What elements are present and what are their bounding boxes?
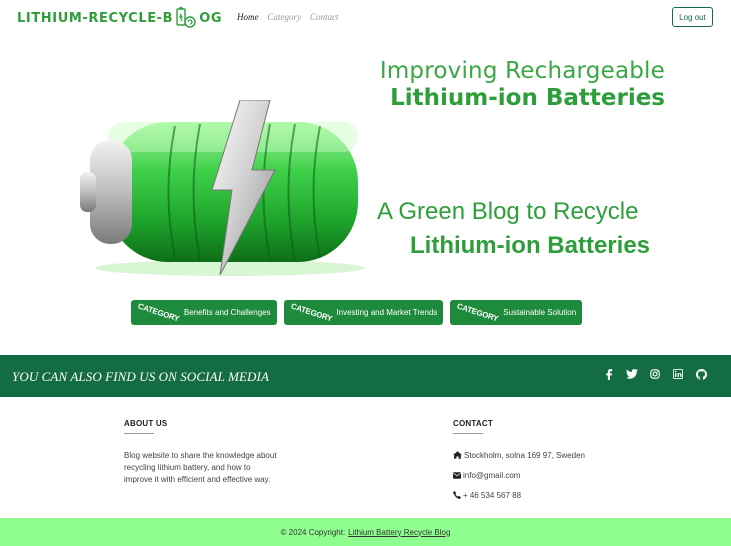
copyright-bar: © 2024 Copyright: Lithium Battery Recycl…	[0, 518, 731, 546]
navbar: LITHIUM-RECYCLE-B OG Home Category Conta…	[0, 0, 731, 36]
address-text: Stockholm, solna 169 97, Sweden	[464, 450, 585, 460]
copyright-link[interactable]: Lithium Battery Recycle Blog	[348, 528, 450, 537]
category-button-benefits[interactable]: CATEGORY Benefits and Challenges	[131, 300, 277, 325]
contact-phone: + 46 534 567 88	[453, 490, 653, 500]
about-text: Blog website to share the knowledge abou…	[124, 451, 277, 484]
copyright-text: © 2024 Copyright:	[280, 527, 346, 537]
nav-link-category[interactable]: Category	[268, 12, 302, 22]
social-bar: YOU CAN ALSO FIND US ON SOCIAL MEDIA	[0, 355, 731, 397]
logout-button[interactable]: Log out	[672, 7, 713, 27]
hero-subheading-2: Lithium-ion Batteries	[410, 232, 651, 259]
site-logo[interactable]: LITHIUM-RECYCLE-B OG	[17, 6, 222, 30]
hero-heading-2: Lithium-ion Batteries	[390, 85, 665, 111]
contact-title: CONTACT	[453, 419, 493, 428]
contact-divider	[453, 433, 483, 434]
nav-link-home[interactable]: Home	[237, 12, 259, 22]
category-button-investing[interactable]: CATEGORY Investing and Market Trends	[283, 300, 444, 325]
hero-subheading-1: A Green Blog to Recycle	[377, 198, 639, 225]
linkedin-icon[interactable]	[672, 368, 684, 380]
battery-illustration	[80, 100, 365, 276]
nav-links: Home Category Contact	[237, 12, 339, 22]
page: LITHIUM-RECYCLE-B OG Home Category Conta…	[0, 0, 731, 546]
category-tag: CATEGORY	[289, 301, 333, 323]
category-label: Sustainable Solution	[503, 308, 577, 317]
category-label: Benefits and Challenges	[183, 308, 271, 317]
logo-tail: OG	[199, 10, 223, 26]
category-buttons: CATEGORY Benefits and Challenges CATEGOR…	[131, 300, 583, 325]
battery-recycle-icon	[176, 7, 196, 28]
category-button-sustainable[interactable]: CATEGORY Sustainable Solution	[450, 300, 583, 325]
phone-icon	[453, 491, 461, 499]
facebook-icon[interactable]	[603, 368, 615, 380]
contact-address: Stockholm, solna 169 97, Sweden	[453, 450, 653, 460]
instagram-icon[interactable]	[649, 368, 661, 380]
social-icons	[603, 368, 707, 380]
category-label: Investing and Market Trends	[336, 308, 438, 317]
footer-contact: CONTACT Stockholm, solna 169 97, Sweden …	[453, 419, 653, 500]
footer-about: ABOUT US Blog website to share the knowl…	[124, 419, 284, 486]
phone-text: + 46 534 567 88	[463, 490, 522, 500]
nav-link-contact[interactable]: Contact	[310, 12, 339, 22]
about-title: ABOUT US	[124, 419, 168, 428]
hero-heading-1: Improving Rechargeable	[379, 58, 665, 84]
hero-banner: Improving Rechargeable Lithium-ion Batte…	[80, 50, 680, 280]
twitter-icon[interactable]	[626, 368, 638, 380]
category-tag: CATEGORY	[456, 301, 500, 323]
social-heading: YOU CAN ALSO FIND US ON SOCIAL MEDIA	[12, 369, 269, 384]
about-divider	[124, 433, 154, 434]
contact-email: info@gmail.com	[453, 470, 653, 480]
envelope-icon	[453, 471, 461, 479]
home-icon	[453, 451, 462, 459]
footer: ABOUT US Blog website to share the knowl…	[0, 397, 731, 518]
logo-text: LITHIUM-RECYCLE-B	[17, 10, 174, 26]
email-text: info@gmail.com	[463, 470, 521, 480]
category-tag: CATEGORY	[136, 301, 181, 323]
github-icon[interactable]	[695, 368, 707, 380]
